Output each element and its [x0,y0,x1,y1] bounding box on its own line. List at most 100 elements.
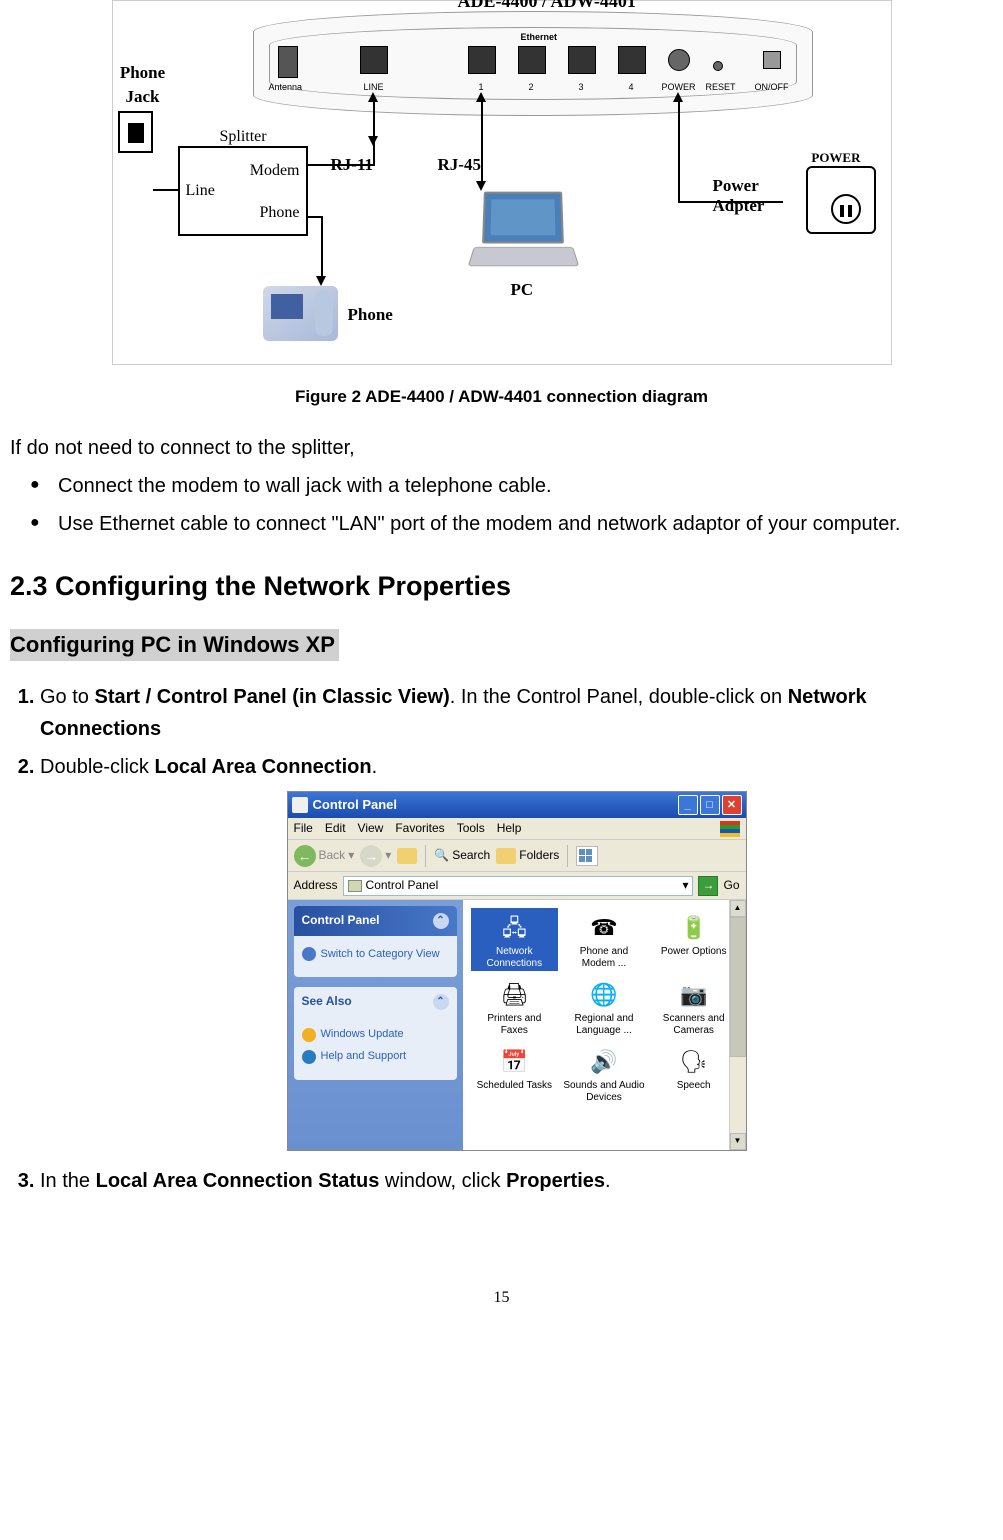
collapse-icon[interactable]: ⌃ [433,994,449,1010]
cp-item-sounds[interactable]: 🔊 Sounds and Audio Devices [560,1042,648,1105]
back-button[interactable]: ← Back ▾ [294,845,355,867]
cp-item-speech[interactable]: 🗣 Speech [650,1042,738,1105]
port-label-eth4: 4 [629,81,634,94]
windows-update-link[interactable]: Windows Update [302,1026,449,1044]
cp-item-network-connections[interactable]: 🖧 Network Connections [471,908,559,971]
power-adapter-icon [786,166,876,246]
speech-icon: 🗣 [677,1044,711,1078]
folder-icon [496,848,516,864]
phone-modem-icon: ☎ [587,910,621,944]
toolbar: ← Back ▾ → ▾ 🔍 Search [288,840,746,872]
back-arrow-icon: ← [294,845,316,867]
power-label: POWER [811,149,860,167]
step-1: Go to Start / Control Panel (in Classic … [40,681,993,745]
forward-button[interactable]: → ▾ [360,845,391,867]
side-panel-see-also: See Also ⌃ Windows Update Hel [294,987,457,1079]
windows-flag-icon [720,821,740,837]
windows-update-icon [302,1028,316,1042]
figure-caption: Figure 2 ADE-4400 / ADW-4401 connection … [10,385,993,409]
cp-item-scanners[interactable]: 📷 Scanners and Cameras [650,975,738,1038]
router-port-eth2 [518,46,546,74]
address-label: Address [294,876,338,895]
bullet-item: Use Ethernet cable to connect "LAN" port… [58,510,993,538]
address-input[interactable]: Control Panel ▾ [343,876,694,896]
connection-diagram: ADE-4400 / ADW-4401 Antenna LINE Etherne… [112,0,892,365]
menu-help[interactable]: Help [497,819,522,838]
control-panel-screenshot: Control Panel _ □ ✕ File Edit View Favor… [287,791,747,1151]
port-label-eth2: 2 [529,81,534,94]
cp-item-printers[interactable]: 🖨 Printers and Faxes [471,975,559,1038]
splitter-line-label: Line [186,180,215,202]
laptop-icon [471,191,576,271]
cp-item-scheduled-tasks[interactable]: 📅 Scheduled Tasks [471,1042,559,1105]
category-view-icon [302,947,316,961]
go-button[interactable]: → [698,876,718,896]
router-port-reset [713,61,723,71]
help-icon [302,1050,316,1064]
menu-favorites[interactable]: Favorites [395,819,444,838]
up-button[interactable] [397,848,417,864]
chevron-down-icon: ▾ [348,846,354,865]
minimize-button[interactable]: _ [678,795,698,815]
power-options-icon: 🔋 [677,910,711,944]
port-label-eth3: 3 [579,81,584,94]
control-panel-icon [348,880,362,892]
sounds-icon: 🔊 [587,1044,621,1078]
port-label-ethernet: Ethernet [521,31,558,44]
titlebar: Control Panel _ □ ✕ [288,792,746,818]
chevron-down-icon[interactable]: ▾ [682,876,688,895]
side-panel: Control Panel ⌃ Switch to Category View [288,900,463,1150]
cp-item-phone-modem[interactable]: ☎ Phone and Modem ... [560,908,648,971]
menu-tools[interactable]: Tools [457,819,485,838]
address-bar: Address Control Panel ▾ → Go [288,872,746,900]
switch-view-link[interactable]: Switch to Category View [302,946,449,964]
chevron-down-icon: ▾ [385,846,391,865]
router-port-eth4 [618,46,646,74]
scroll-thumb[interactable] [730,917,746,1057]
port-label-reset: RESET [706,81,736,94]
menu-file[interactable]: File [294,819,313,838]
intro-paragraph: If do not need to connect to the splitte… [10,434,993,462]
subsection-heading: Configuring PC in Windows XP [10,629,339,662]
search-button[interactable]: 🔍 Search [434,846,490,865]
port-label-onoff: ON/OFF [755,81,789,94]
maximize-button[interactable]: □ [700,795,720,815]
router-port-power [668,49,690,71]
step-2: Double-click Local Area Connection. Cont… [40,751,993,1151]
side-panel-control: Control Panel ⌃ Switch to Category View [294,906,457,977]
rj45-label: RJ-45 [438,153,481,177]
bullet-item: Connect the modem to wall jack with a te… [58,472,993,500]
steps-list: Go to Start / Control Panel (in Classic … [10,681,993,1197]
scanners-icon: 📷 [677,977,711,1011]
folder-up-icon [397,848,417,864]
help-support-link[interactable]: Help and Support [302,1048,449,1066]
router-port-onoff [763,51,781,69]
close-button[interactable]: ✕ [722,795,742,815]
menu-bar: File Edit View Favorites Tools Help [288,818,746,840]
scroll-up-button[interactable]: ▲ [730,900,746,917]
step-3: In the Local Area Connection Status wind… [40,1165,993,1197]
cp-item-regional[interactable]: 🌐 Regional and Language ... [560,975,648,1038]
scroll-down-button[interactable]: ▼ [730,1133,746,1150]
cp-item-power-options[interactable]: 🔋 Power Options [650,908,738,971]
folders-button[interactable]: Folders [496,846,559,865]
printers-icon: 🖨 [497,977,531,1011]
section-heading: 2.3 Configuring the Network Properties [10,568,993,606]
menu-view[interactable]: View [358,819,384,838]
bullet-list: Connect the modem to wall jack with a te… [10,472,993,538]
window-title: Control Panel [313,795,676,816]
page-number: 15 [10,1287,993,1309]
port-label-antenna: Antenna [269,81,303,94]
collapse-icon[interactable]: ⌃ [433,913,449,929]
splitter-label: Splitter [220,126,267,148]
phone-device-icon [263,286,338,341]
view-mode-button[interactable] [576,846,598,866]
scheduled-tasks-icon: 📅 [497,1044,531,1078]
phone-label: Phone [348,303,393,327]
pc-label: PC [511,278,534,302]
go-label: Go [723,876,739,895]
scrollbar[interactable]: ▲ ▼ [729,900,746,1150]
menu-edit[interactable]: Edit [325,819,346,838]
router-model-label: ADE-4400 / ADW-4401 [458,0,636,14]
splitter-box: Splitter Line Modem Phone [178,146,308,236]
